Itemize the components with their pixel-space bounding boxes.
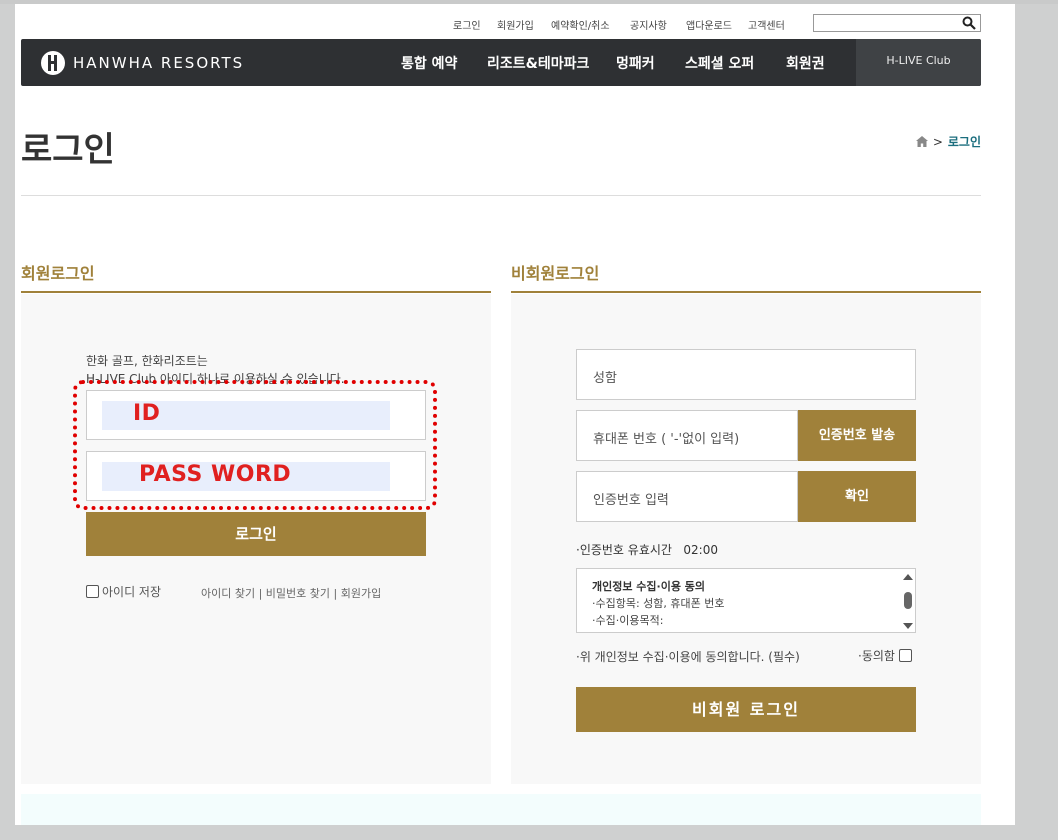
nav-item-special-offer[interactable]: 스페셜 오퍼	[685, 53, 754, 73]
util-link-signup[interactable]: 회원가입	[497, 17, 534, 32]
util-link-reservation[interactable]: 예약확인/취소	[551, 17, 610, 32]
util-link-notice[interactable]: 공지사항	[630, 17, 667, 32]
window-frame-right	[1015, 4, 1058, 840]
nav-item-hlive-club[interactable]: H-LIVE Club	[856, 39, 981, 86]
footer-band	[21, 794, 981, 825]
highlight-annotation	[73, 380, 437, 510]
nonmember-login-panel: 성함 휴대폰 번호 ( '-'없이 입력) 인증번호 발송 인증번호 입력 확인…	[511, 294, 981, 784]
send-code-button[interactable]: 인증번호 발송	[798, 410, 916, 461]
scroll-thumb[interactable]	[904, 592, 912, 609]
remember-id-checkbox[interactable]	[86, 585, 99, 598]
hanwha-logo-icon	[41, 51, 65, 75]
member-login-panel: 한화 골프, 한화리조트는 H-LIVE Club 아이디 하나로 이용하실 수…	[21, 294, 491, 784]
member-login-title: 회원로그인	[21, 264, 95, 283]
nav-item-integrated-reservation[interactable]: 통합 예약	[401, 53, 457, 73]
account-links[interactable]: 아이디 찾기 | 비밀번호 찾기 | 회원가입	[201, 585, 381, 601]
remember-id-label[interactable]: 아이디 저장	[102, 583, 161, 600]
agree-label[interactable]: ·동의함	[858, 647, 895, 664]
name-input[interactable]: 성함	[576, 349, 916, 400]
brand-logo[interactable]: HANWHA RESORTS	[41, 50, 244, 76]
nonmember-section-line	[511, 291, 981, 293]
member-login-button[interactable]: 로그인	[86, 512, 426, 556]
nonmember-login-button[interactable]: 비회원 로그인	[576, 687, 916, 732]
divider	[21, 195, 981, 196]
scroll-down-icon[interactable]	[903, 623, 913, 629]
code-input[interactable]: 인증번호 입력	[576, 471, 798, 522]
main-nav: HANWHA RESORTS 통합 예약 리조트&테마파크 멍패커 스페셜 오퍼…	[21, 39, 981, 86]
page-title: 로그인	[21, 130, 115, 170]
util-link-login[interactable]: 로그인	[453, 17, 481, 32]
agree-statement: ·위 개인정보 수집·이용에 동의합니다. (필수)	[576, 650, 800, 664]
window-frame-bottom	[15, 825, 1015, 840]
nav-item-resort-themepark[interactable]: 리조트&테마파크	[487, 53, 589, 73]
remember-id: 아이디 저장	[86, 583, 161, 600]
breadcrumb-current: 로그인	[947, 135, 981, 149]
page: 로그인 회원가입 예약확인/취소 공지사항 앱다운로드 고객센터 HANWHA …	[15, 4, 1015, 825]
confirm-code-button[interactable]: 확인	[798, 471, 916, 522]
util-link-app-download[interactable]: 앱다운로드	[686, 17, 732, 32]
agree-checkbox[interactable]	[898, 649, 912, 662]
code-valid-time: ·인증번호 유효시간 02:00	[576, 543, 718, 557]
chevron-right-icon: >	[932, 134, 943, 149]
search-icon[interactable]	[962, 16, 976, 30]
nav-item-pet-package[interactable]: 멍패커	[616, 53, 655, 73]
member-section-line	[21, 291, 491, 293]
utility-bar: 로그인 회원가입 예약확인/취소 공지사항 앱다운로드 고객센터	[15, 14, 1015, 34]
code-timer: 02:00	[683, 543, 718, 557]
breadcrumb: > 로그인	[915, 133, 981, 150]
home-icon[interactable]	[915, 136, 928, 147]
agree-toggle: ·동의함	[858, 647, 912, 664]
scroll-up-icon[interactable]	[903, 574, 913, 580]
nonmember-login-title: 비회원로그인	[511, 264, 600, 283]
brand-name: HANWHA RESORTS	[73, 54, 245, 72]
privacy-terms-box[interactable]: 개인정보 수집·이용 동의 ·수집항목: 성함, 휴대폰 번호 ·수집·이용목적…	[576, 568, 916, 633]
nav-item-membership[interactable]: 회원권	[786, 53, 825, 73]
phone-input[interactable]: 휴대폰 번호 ( '-'없이 입력)	[576, 410, 798, 461]
terms-title: 개인정보 수집·이용 동의	[592, 580, 706, 593]
util-link-customer-center[interactable]: 고객센터	[748, 17, 785, 32]
terms-scrollbar[interactable]	[903, 574, 913, 629]
search-input[interactable]	[814, 15, 954, 31]
search-box	[813, 14, 981, 32]
